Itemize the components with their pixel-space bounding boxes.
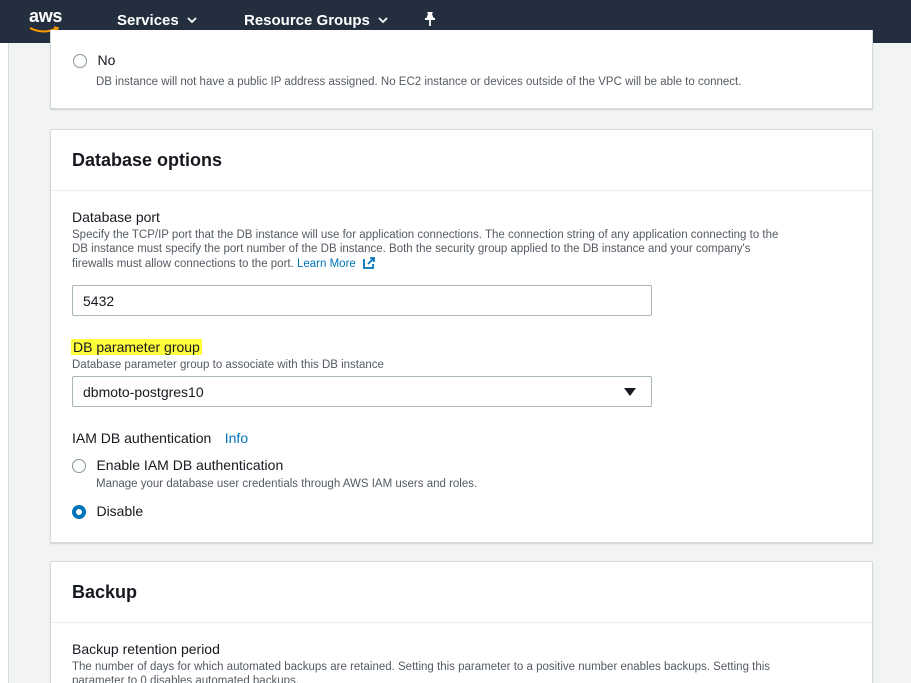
backup-retention-label: Backup retention period — [72, 641, 220, 657]
learn-more-link[interactable]: Learn More — [297, 258, 356, 270]
db-parameter-group-selected: dbmoto-postgres10 — [83, 383, 204, 400]
iam-disable-label: Disable — [96, 503, 144, 519]
services-label: Services — [117, 12, 179, 29]
db-parameter-group-label: DB parameter group — [71, 339, 202, 355]
public-access-no-description: DB instance will not have a public IP ad… — [96, 76, 742, 88]
backup-card: Backup Backup retention period The numbe… — [50, 561, 873, 683]
resource-groups-label: Resource Groups — [244, 12, 370, 29]
iam-enable-description: Manage your database user credentials th… — [96, 478, 478, 490]
pin-icon — [425, 12, 435, 26]
public-access-no-label: No — [97, 52, 116, 68]
iam-enable-radio[interactable] — [72, 458, 86, 473]
external-link-icon[interactable] — [362, 256, 376, 270]
dropdown-caret-icon — [624, 388, 636, 396]
public-access-no-radio[interactable] — [73, 53, 87, 68]
public-access-no-option[interactable]: No — [73, 52, 115, 70]
iam-auth-header: IAM DB authentication Info — [72, 430, 248, 448]
backup-title: Backup — [51, 562, 872, 623]
database-port-desc-line: firewalls must allow connections to the … — [72, 258, 294, 270]
db-parameter-group-description: Database parameter group to associate wi… — [72, 359, 384, 371]
db-parameter-group-highlight: DB parameter group — [71, 339, 202, 355]
services-menu[interactable]: Services — [117, 12, 197, 29]
database-port-label: Database port — [72, 209, 160, 225]
database-port-desc-line: DB instance must specify the port number… — [72, 243, 751, 255]
iam-auth-label: IAM DB authentication — [72, 430, 212, 446]
iam-disable-radio[interactable] — [72, 504, 86, 519]
backup-retention-desc-line: parameter to 0 disables automated backup… — [72, 675, 299, 683]
iam-enable-option[interactable]: Enable IAM DB authentication — [72, 457, 283, 475]
db-parameter-group-select[interactable]: dbmoto-postgres10 — [72, 376, 652, 407]
database-port-desc-line: Specify the TCP/IP port that the DB inst… — [72, 229, 779, 241]
public-access-card: No DB instance will not have a public IP… — [50, 30, 873, 109]
chevron-down-icon — [378, 17, 388, 24]
chevron-down-icon — [187, 17, 197, 24]
database-options-card: Database options Database port Specify t… — [50, 129, 873, 543]
iam-disable-option[interactable]: Disable — [72, 503, 143, 521]
database-options-title: Database options — [51, 130, 872, 191]
backup-retention-description: The number of days for which automated b… — [72, 660, 867, 683]
resource-groups-menu[interactable]: Resource Groups — [244, 12, 388, 29]
iam-info-link[interactable]: Info — [225, 430, 248, 446]
sidebar-divider — [8, 43, 9, 683]
iam-enable-label: Enable IAM DB authentication — [96, 457, 284, 473]
backup-retention-desc-line: The number of days for which automated b… — [72, 661, 771, 673]
pin-button[interactable] — [423, 11, 437, 27]
aws-logo-text: aws — [29, 6, 63, 26]
database-port-input[interactable]: 5432 — [72, 285, 652, 316]
database-port-description: Specify the TCP/IP port that the DB inst… — [72, 228, 867, 271]
